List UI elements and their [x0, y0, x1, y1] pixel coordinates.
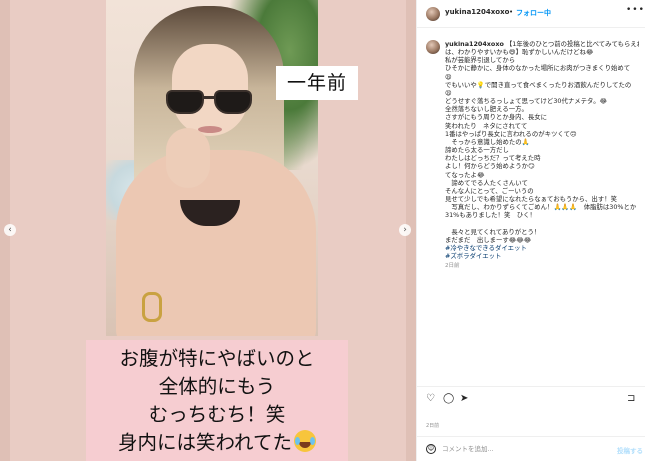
comment-input[interactable]: [442, 442, 602, 456]
caption-line: わたしはどっちだ？って考えた時: [445, 154, 541, 163]
caption-line: 😫: [445, 88, 452, 97]
caption-line-3: むっちむち！笑: [148, 403, 286, 426]
caption-line-2: 全体的にもう: [158, 375, 276, 398]
caption-line: yukina1204xoxo 【1年後のひとつ前の投稿と比べてみてもらえれ: [445, 40, 639, 48]
caption-avatar[interactable]: [426, 40, 440, 54]
caption-line: そっから意識し始めたの🙏: [445, 137, 530, 146]
like-heart-icon[interactable]: ♡: [426, 393, 435, 405]
separator-dot: •: [509, 8, 514, 16]
post-header: yukina1204xoxo • フォロー中 •••: [417, 0, 645, 28]
caption-line: さすがにもう周りとか身内、長女に: [445, 113, 548, 122]
post-caption-area: yukina1204xoxo 【1年後のひとつ前の投稿と比べてみてもらえれ は、…: [417, 34, 645, 379]
caption-line: 全然落ちないし肥える一方。: [445, 105, 528, 114]
caption-line: は、わかりやすいかも😄】恥ずかしいんだけどね😂: [445, 48, 594, 57]
header-username[interactable]: yukina1204xoxo: [445, 8, 509, 16]
hand: [166, 128, 210, 188]
caption-line: どうせすぐ落ちるっしょて思ってけど30代ナメテタ。😂: [445, 97, 608, 106]
following-button[interactable]: フォロー中: [516, 8, 551, 18]
caption-line: 😩: [445, 72, 452, 81]
caption-username[interactable]: yukina1204xoxo: [445, 40, 504, 48]
caption-line: でもいいや💡で開き直って食べまくったりお酒飲んだりしてたの: [445, 80, 632, 89]
instagram-post: 一年前 お腹が特にやばいのと 全体的にもう むっちむち！笑 身内には笑われてた …: [0, 0, 645, 461]
caption-line: 見せて少しでも希望になれたらなぁておもうから、出す！笑: [445, 194, 617, 203]
bracelet: [142, 292, 162, 322]
hashtag-link[interactable]: #冷やきなできるダイエット: [445, 244, 639, 252]
next-image-button[interactable]: ›: [399, 224, 411, 236]
post-sidebar: yukina1204xoxo • フォロー中 ••• yukina1204xox…: [416, 0, 645, 461]
sunglasses: [166, 90, 254, 116]
comment-bubble-icon[interactable]: ◯: [443, 393, 454, 405]
post-comment-button[interactable]: 投稿する: [617, 445, 643, 455]
previous-image-button[interactable]: ‹: [4, 224, 16, 236]
caption-line: 私が芸能界引退してから: [445, 56, 516, 65]
post-photo: [106, 0, 318, 336]
overlay-label: 一年前: [276, 66, 358, 100]
caption-line: ひそかに静かに、身体のなかった場所にお肉がつきまくり始めて: [445, 64, 631, 73]
image-caption-box: お腹が特にやばいのと 全体的にもう むっちむち！笑 身内には笑われてた: [86, 340, 348, 461]
share-paper-plane-icon[interactable]: ➤: [460, 393, 468, 405]
emoji-picker-icon[interactable]: ☺: [426, 444, 436, 454]
caption-line: 31%もありました！笑 ひく！: [445, 211, 536, 220]
action-bar: ♡ ◯ ➤ ⊐: [417, 386, 645, 408]
caption-line: 長々と見てくれてありがとう！: [445, 227, 541, 236]
caption-line: 諦めてでる人たくさんいて: [445, 178, 528, 187]
post-date: 2日前: [426, 423, 440, 429]
caption-line-1: お腹が特にやばいのと: [119, 347, 315, 370]
caption-timestamp: 2日前: [445, 263, 460, 270]
post-media[interactable]: 一年前 お腹が特にやばいのと 全体的にもう むっちむち！笑 身内には笑われてた …: [0, 0, 416, 461]
caption-line: まだまだ 出しまーす😂😂😂: [445, 235, 532, 244]
caption-line: てなったよ😂: [445, 170, 485, 179]
caption-line: よし！何からどう始めようか😏: [445, 162, 535, 171]
laughing-emoji-icon: [293, 430, 316, 452]
post-caption-text: yukina1204xoxo 【1年後のひとつ前の投稿と比べてみてもらえれ は、…: [445, 40, 639, 270]
caption-line: 笑われたり ネタにされてて: [445, 121, 528, 130]
caption-line: 諦めたら太る一方だし: [445, 146, 509, 155]
caption-line-4: 身内には笑われてた: [86, 429, 348, 457]
hashtag-link[interactable]: #ズボラダイエット: [445, 252, 639, 260]
caption-line: そんな人にとって、ごーいうの: [445, 186, 534, 195]
avatar[interactable]: [426, 7, 440, 21]
caption-line: 写真だし、わかりずらくてごめん！🙏🙏🙏 体脂肪は30%とか: [445, 203, 637, 212]
comment-bar: ☺ 投稿する: [417, 436, 645, 461]
more-options-icon[interactable]: •••: [626, 5, 645, 15]
save-bookmark-icon[interactable]: ⊐: [627, 393, 635, 405]
caption-line: 1番はやっぱり長女に言われるのがキツくて🙃: [445, 129, 577, 138]
